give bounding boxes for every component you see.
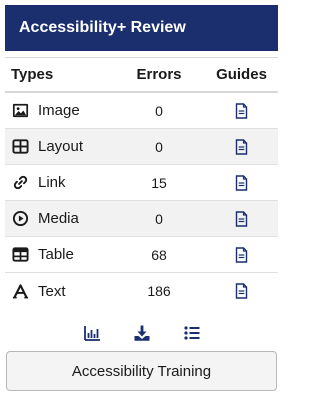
list-icon[interactable] (182, 323, 202, 343)
document-icon[interactable] (235, 246, 248, 263)
layout-icon (11, 138, 29, 156)
document-icon[interactable] (235, 174, 248, 191)
error-count: 0 (155, 102, 163, 119)
error-count: 15 (151, 174, 167, 191)
table-row-text: Text 186 (5, 273, 278, 309)
panel-title: Accessibility+ Review (19, 19, 186, 36)
error-count: 0 (155, 210, 163, 227)
accessibility-training-button[interactable]: Accessibility Training (6, 351, 277, 391)
table-icon (11, 246, 29, 264)
action-toolbar (5, 322, 278, 344)
image-icon (11, 102, 29, 120)
type-label: Media (38, 210, 79, 227)
table-row-layout: Layout 0 (5, 129, 278, 165)
media-play-icon (11, 210, 29, 228)
document-icon[interactable] (235, 283, 248, 299)
type-label: Layout (38, 138, 84, 155)
link-icon (11, 174, 29, 192)
bar-chart-icon[interactable] (82, 323, 102, 343)
download-icon[interactable] (132, 323, 152, 343)
type-label: Table (38, 246, 74, 263)
column-header-errors: Errors (136, 66, 182, 83)
table-row-table: Table 68 (5, 237, 278, 273)
accessibility-review-panel: Accessibility+ Review Types Errors Guide… (5, 5, 278, 391)
panel-header: Accessibility+ Review (5, 5, 278, 51)
text-icon (11, 282, 29, 300)
table-row-link: Link 15 (5, 165, 278, 201)
table-row-image: Image 0 (5, 93, 278, 129)
error-count: 186 (147, 283, 171, 299)
document-icon[interactable] (235, 138, 248, 155)
table-row-media: Media 0 (5, 201, 278, 237)
document-icon[interactable] (235, 102, 248, 119)
column-header-types: Types (11, 66, 54, 83)
column-header-guides: Guides (216, 66, 267, 83)
type-label: Text (38, 282, 66, 300)
review-table: Types Errors Guides Image 0 Layout 0 Lin… (5, 57, 278, 309)
document-icon[interactable] (235, 210, 248, 227)
error-count: 0 (155, 138, 163, 155)
type-label: Link (38, 174, 66, 191)
error-count: 68 (151, 246, 167, 263)
table-header-row: Types Errors Guides (5, 57, 278, 93)
type-label: Image (38, 102, 80, 119)
